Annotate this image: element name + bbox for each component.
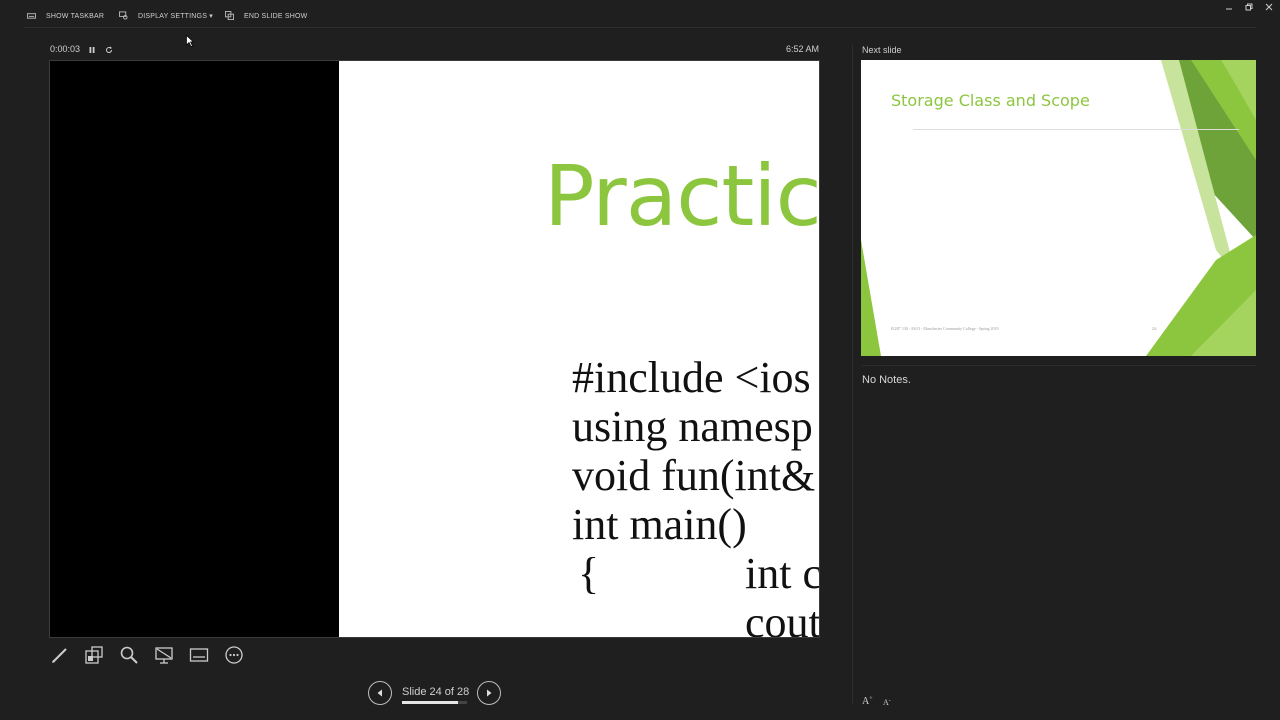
next-slide-label: Next slide <box>862 45 902 55</box>
restore-icon <box>1245 3 1253 11</box>
notes-divider <box>862 365 1256 366</box>
slide-content-area: Practic #include <ios using namesp void … <box>339 61 820 638</box>
code-line: int c <box>745 549 820 598</box>
slide-progress-bar <box>402 701 467 704</box>
subtitles-button[interactable] <box>188 644 210 666</box>
see-all-slides-icon <box>85 646 103 664</box>
next-slide-title-rule <box>913 129 1239 130</box>
slide-title: Practic <box>544 147 820 245</box>
zoom-button[interactable] <box>118 644 140 666</box>
end-show-icon <box>225 10 234 22</box>
current-time: 6:52 AM <box>785 44 819 54</box>
elapsed-timer: 0:00:03 <box>50 44 81 54</box>
display-settings-button[interactable]: DISPLAY SETTINGS ▾ <box>119 9 213 23</box>
previous-slide-button[interactable] <box>368 681 392 705</box>
restart-timer-button[interactable] <box>104 44 114 55</box>
next-slide-title: Storage Class and Scope <box>891 91 1090 110</box>
end-slide-show-label: END SLIDE SHOW <box>244 12 308 20</box>
next-slide-button[interactable] <box>477 681 501 705</box>
minimize-icon <box>1226 8 1232 10</box>
next-slide-footer: EGR* 130 - ES13 - Manchester Community C… <box>891 326 999 331</box>
display-settings-label: DISPLAY SETTINGS ▾ <box>138 13 213 20</box>
more-options-icon <box>225 646 243 664</box>
code-line: { <box>578 549 600 598</box>
close-icon <box>1265 3 1273 11</box>
end-slide-show-button[interactable]: END SLIDE SHOW <box>225 9 307 23</box>
pen-tool-button[interactable] <box>49 644 71 666</box>
code-line: int main() <box>572 500 747 549</box>
presenter-toolbar: SHOW TASKBAR DISPLAY SETTINGS ▾ END SLID… <box>0 0 1280 30</box>
black-screen-button[interactable] <box>153 644 175 666</box>
slide-counter: Slide 24 of 28 <box>402 686 470 698</box>
code-line: using namesp <box>572 402 813 451</box>
next-slide-preview[interactable]: Storage Class and Scope EGR* 130 - ES13 … <box>861 60 1256 356</box>
code-line: #include <ios <box>572 353 811 402</box>
next-icon <box>487 689 492 697</box>
show-taskbar-label: SHOW TASKBAR <box>46 12 105 20</box>
code-line: void fun(int& <box>572 451 816 500</box>
taskbar-icon <box>27 11 36 22</box>
restore-button[interactable] <box>1242 2 1256 12</box>
previous-icon <box>377 689 382 697</box>
decrease-font-button[interactable]: A- <box>883 698 891 707</box>
pause-icon <box>89 46 95 53</box>
mouse-cursor-icon <box>186 35 194 47</box>
more-options-button[interactable] <box>223 644 245 666</box>
speaker-notes[interactable]: No Notes. <box>862 374 911 386</box>
increase-font-icon: + <box>869 696 873 702</box>
display-settings-icon <box>119 10 128 22</box>
subtitles-icon <box>189 648 209 662</box>
close-button[interactable] <box>1262 2 1276 12</box>
code-line: cout <box>745 598 820 638</box>
black-screen-icon <box>155 647 173 664</box>
increase-font-button[interactable]: A+ <box>862 696 873 707</box>
pause-timer-button[interactable] <box>87 44 97 55</box>
decrease-font-icon: - <box>888 698 891 704</box>
restart-icon <box>106 46 112 53</box>
show-taskbar-button[interactable]: SHOW TASKBAR <box>27 9 104 23</box>
pane-divider[interactable] <box>852 44 853 704</box>
slide-progress-fill <box>402 701 458 704</box>
next-slide-number: 25 <box>1152 326 1157 331</box>
toolbar-divider <box>24 27 1256 28</box>
zoom-icon <box>120 646 138 664</box>
see-all-slides-button[interactable] <box>83 644 105 666</box>
pen-icon <box>52 648 67 663</box>
minimize-button[interactable] <box>1222 2 1236 12</box>
current-slide[interactable]: Practic #include <ios using namesp void … <box>49 60 820 638</box>
